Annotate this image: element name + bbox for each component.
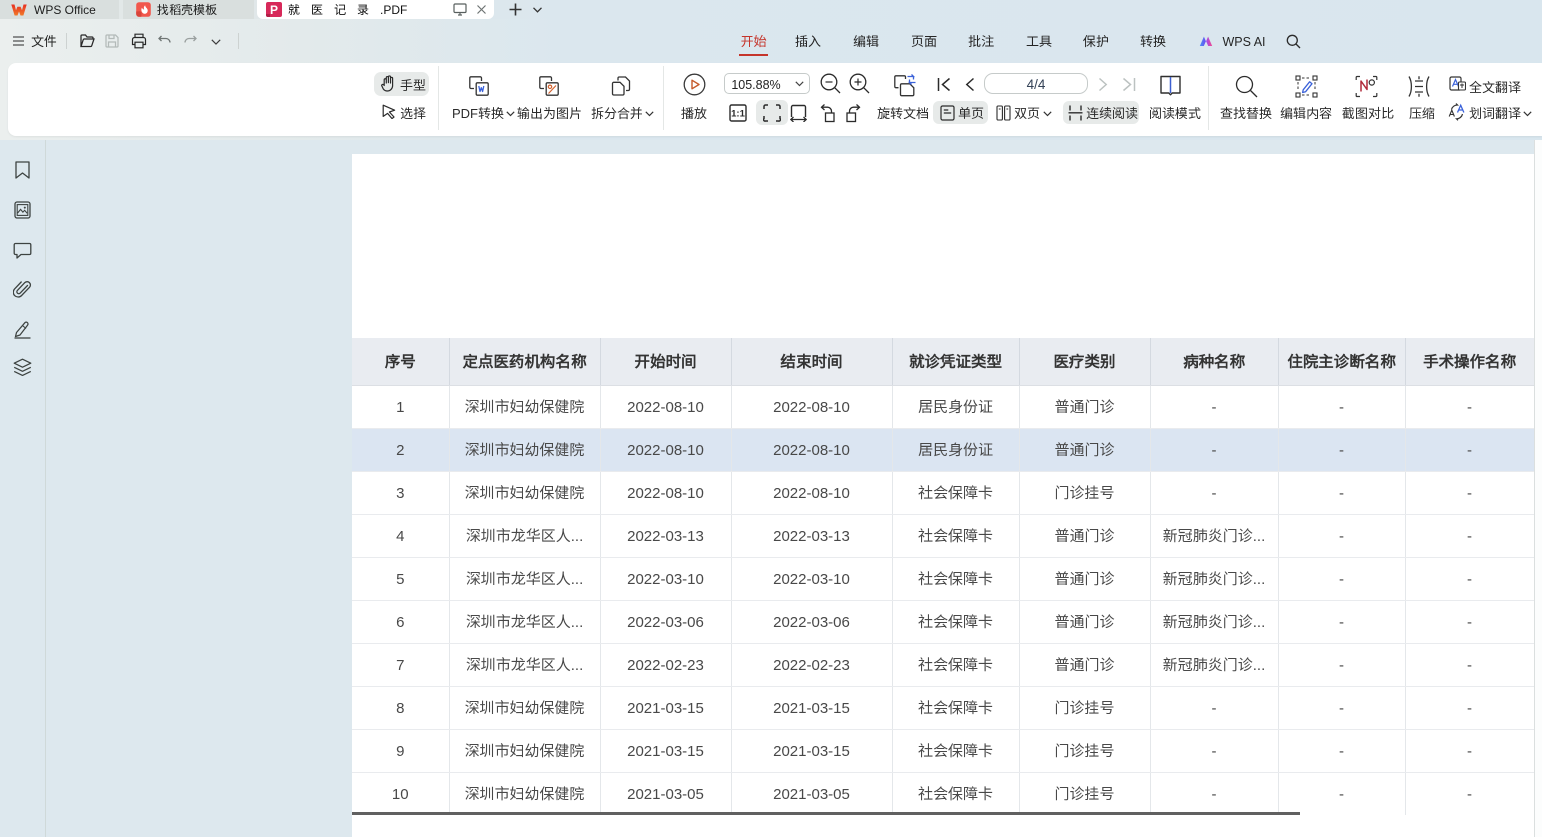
svg-text:1:1: 1:1 <box>731 109 745 120</box>
svg-text:P: P <box>270 3 278 17</box>
